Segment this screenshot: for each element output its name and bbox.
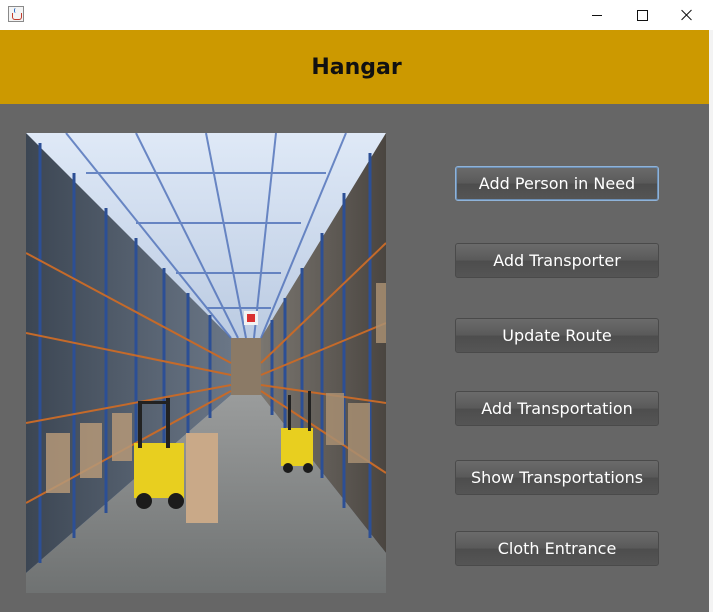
add-person-in-need-button[interactable]: Add Person in Need xyxy=(455,166,659,201)
minimize-icon xyxy=(592,14,602,16)
close-icon xyxy=(681,9,693,21)
java-app-icon xyxy=(8,6,24,22)
header-banner: Hangar xyxy=(0,30,713,104)
minimize-button[interactable] xyxy=(574,0,620,30)
add-transporter-button[interactable]: Add Transporter xyxy=(455,243,659,278)
add-transportation-button[interactable]: Add Transportation xyxy=(455,391,659,426)
warehouse-illustration xyxy=(26,133,386,593)
cloth-entrance-button[interactable]: Cloth Entrance xyxy=(455,531,659,566)
maximize-icon xyxy=(636,9,648,21)
show-transportations-button[interactable]: Show Transportations xyxy=(455,460,659,495)
maximize-button[interactable] xyxy=(619,0,665,30)
warehouse-image xyxy=(26,133,386,593)
update-route-button[interactable]: Update Route xyxy=(455,318,659,353)
close-button[interactable] xyxy=(664,0,710,30)
window-titlebar xyxy=(0,0,713,30)
window-edge xyxy=(709,30,713,612)
page-title: Hangar xyxy=(311,54,402,80)
